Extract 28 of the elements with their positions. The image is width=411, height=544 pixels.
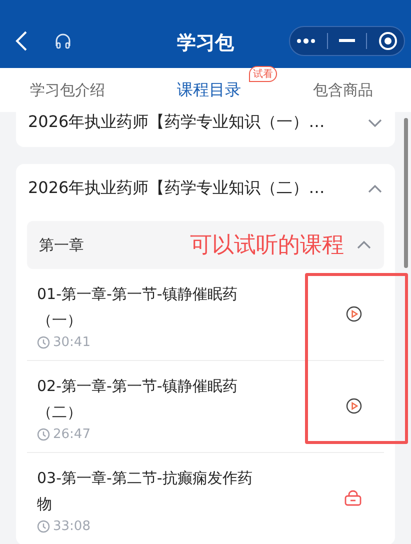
minimize-icon[interactable]: [338, 39, 355, 43]
headphones-icon[interactable]: [54, 32, 72, 50]
play-icon[interactable]: [346, 398, 362, 414]
tab[interactable]: 包含商品: [313, 76, 373, 104]
lesson-duration: 26:47: [53, 427, 90, 442]
course-title[interactable]: 2026年执业药师【药学专业知识（二）…: [28, 178, 325, 199]
back-icon[interactable]: [14, 30, 28, 52]
trial-badge: 试看: [249, 66, 277, 82]
close-icon[interactable]: [378, 31, 398, 51]
lesson-title[interactable]: 03-第一章-第二节-抗癫痫发作药物: [37, 465, 255, 517]
collapse-icon[interactable]: [356, 240, 372, 250]
annotation-text: 可以试听的课程: [190, 232, 344, 260]
tab[interactable]: 学习包介绍: [30, 76, 105, 104]
chapter-title: 第一章: [39, 236, 84, 254]
clock-icon: [37, 520, 50, 533]
lesson-title[interactable]: 01-第一章-第一节-镇静催眠药（一）: [37, 281, 255, 333]
page-title: 学习包: [177, 31, 234, 56]
chapter-row[interactable]: 第一章 可以试听的课程: [27, 221, 384, 269]
lesson-title[interactable]: 02-第一章-第一节-镇静催眠药（二）: [37, 373, 255, 425]
more-icon[interactable]: [296, 38, 316, 44]
lesson-duration: 33:08: [53, 519, 90, 534]
lesson-duration: 30:41: [53, 335, 90, 350]
clock-icon: [37, 336, 50, 349]
clock-icon: [37, 428, 50, 441]
expand-icon[interactable]: [367, 118, 383, 128]
scrollbar[interactable]: [404, 118, 408, 268]
collapse-icon[interactable]: [367, 184, 383, 194]
play-icon[interactable]: [346, 306, 362, 322]
